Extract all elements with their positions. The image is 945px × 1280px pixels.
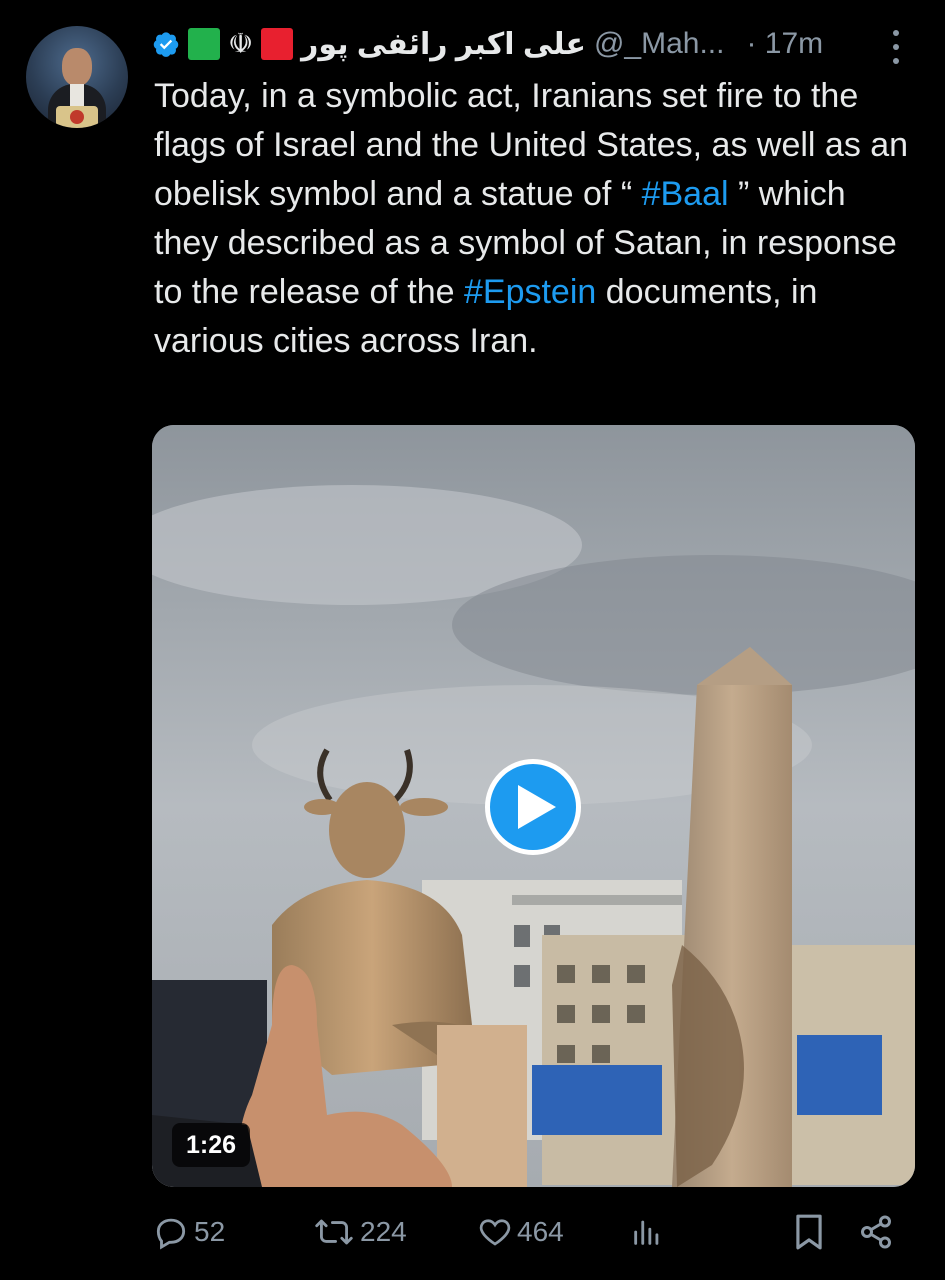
reply-button[interactable]: 52 bbox=[152, 1210, 225, 1254]
author-handle[interactable]: @_Mah... bbox=[594, 27, 725, 61]
red-flag-icon bbox=[261, 28, 294, 60]
author-avatar[interactable] bbox=[26, 26, 128, 128]
repost-count: 224 bbox=[360, 1216, 407, 1247]
action-bar: 52 224 464 bbox=[152, 1210, 912, 1254]
more-options-icon[interactable] bbox=[888, 30, 904, 64]
like-button[interactable]: 464 bbox=[477, 1210, 564, 1254]
share-icon bbox=[861, 1215, 891, 1249]
tweet-header: ☫ علی اکبر رائفی پور @_Mah... · 17m bbox=[152, 22, 912, 66]
play-button[interactable] bbox=[485, 759, 581, 855]
play-icon bbox=[518, 785, 556, 829]
avatar-collar bbox=[70, 84, 84, 106]
author-name[interactable]: علی اکبر رائفی پور bbox=[301, 27, 586, 62]
green-flag-icon bbox=[188, 28, 220, 60]
video-duration: 1:26 bbox=[172, 1123, 250, 1167]
share-button[interactable] bbox=[858, 1210, 894, 1254]
analytics-icon bbox=[634, 1220, 659, 1245]
reply-count: 52 bbox=[194, 1216, 226, 1247]
avatar-emblem bbox=[70, 110, 84, 124]
views-button[interactable] bbox=[630, 1210, 664, 1254]
avatar-head bbox=[62, 48, 92, 86]
tweet-time[interactable]: · 17m bbox=[746, 27, 823, 61]
repost-button[interactable]: 224 bbox=[312, 1210, 407, 1254]
bookmark-icon bbox=[796, 1214, 822, 1250]
repost-icon bbox=[315, 1219, 353, 1245]
hashtag-baal-link[interactable]: #Baal bbox=[642, 175, 729, 213]
like-count: 464 bbox=[517, 1216, 564, 1247]
iran-emblem-icon: ☫ bbox=[228, 27, 254, 60]
verified-badge-icon bbox=[153, 32, 179, 57]
bookmark-button[interactable] bbox=[792, 1210, 826, 1254]
tweet-text: Today, in a symbolic act, Iranians set f… bbox=[154, 72, 914, 366]
heart-icon bbox=[479, 1219, 511, 1246]
reply-icon bbox=[156, 1218, 186, 1250]
hashtag-epstein-link[interactable]: #Epstein bbox=[464, 273, 596, 311]
